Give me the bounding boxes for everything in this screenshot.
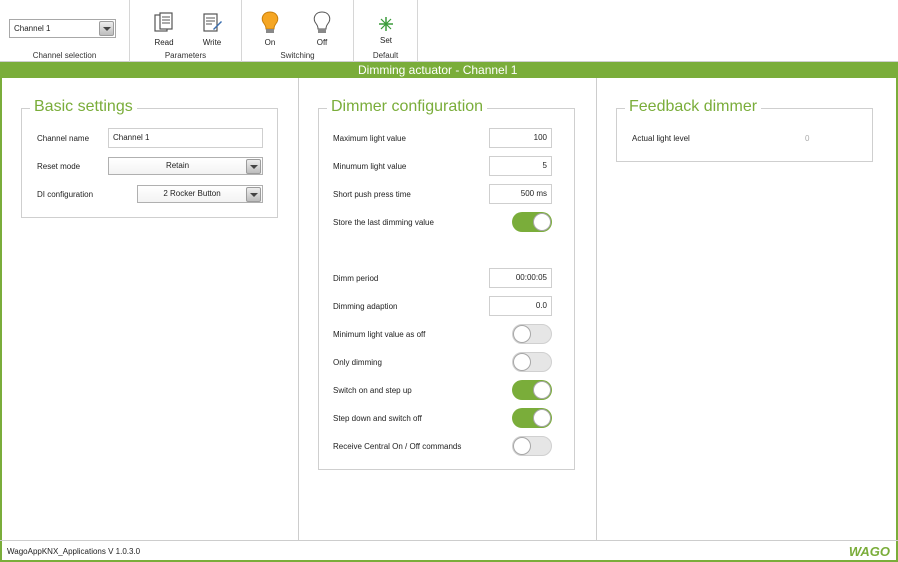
actual-light-level-label: Actual light level [632, 134, 690, 143]
max-light-input[interactable]: 100 [489, 128, 552, 148]
channel-name-input[interactable]: Channel 1 [108, 128, 263, 148]
channel-name-label: Channel name [37, 134, 90, 143]
status-bar: WagoAppKNX_Applications V 1.0.3.0 WAGO [0, 540, 898, 562]
dimming-adaption-input[interactable]: 0.0 [489, 296, 552, 316]
read-icon [154, 12, 173, 32]
basic-settings-panel: Basic settings Channel name Channel 1 Re… [21, 98, 278, 218]
dimmer-configuration-legend: Dimmer configuration [327, 98, 488, 116]
store-last-toggle[interactable] [512, 212, 552, 232]
step-down-switch-off-toggle[interactable] [512, 408, 552, 428]
toolbar: Channel 1 Channel selection Read Write P… [0, 0, 898, 62]
switch-on-step-up-toggle[interactable] [512, 380, 552, 400]
min-as-off-label: Minimum light value as off [333, 330, 426, 339]
column-divider [596, 78, 597, 540]
switching-label: Switching [280, 51, 315, 60]
min-light-label: Minumum light value [333, 162, 407, 171]
page-title: Dimming actuator - Channel 1 [0, 62, 898, 78]
actual-light-level-value: 0 [805, 134, 810, 143]
default-group: Set Default [354, 0, 418, 62]
on-button[interactable]: On [250, 4, 290, 50]
channel-select[interactable]: Channel 1 [9, 19, 116, 38]
write-button[interactable]: Write [192, 4, 232, 50]
store-last-label: Store the last dimming value [333, 218, 434, 227]
write-label: Write [202, 38, 222, 47]
dimming-adaption-label: Dimming adaption [333, 302, 398, 311]
bulb-off-icon [313, 11, 331, 33]
set-default-button[interactable]: Set [366, 4, 406, 50]
off-label: Off [316, 38, 328, 47]
switch-on-step-up-label: Switch on and step up [333, 386, 412, 395]
chevron-down-icon[interactable] [99, 21, 114, 36]
feedback-dimmer-panel: Feedback dimmer Actual light level 0 [616, 98, 873, 162]
dimm-period-input[interactable]: 00:00:05 [489, 268, 552, 288]
dimm-period-label: Dimm period [333, 274, 379, 283]
bulb-on-icon [261, 11, 279, 33]
dimmer-configuration-panel: Dimmer configuration Maximum light value… [318, 98, 575, 470]
min-light-input[interactable]: 5 [489, 156, 552, 176]
di-configuration-label: DI configuration [37, 190, 94, 199]
default-label: Default [372, 51, 399, 60]
off-button[interactable]: Off [302, 4, 342, 50]
only-dimming-label: Only dimming [333, 358, 382, 367]
wago-logo: WAGO [848, 544, 890, 559]
on-label: On [264, 38, 276, 47]
read-label: Read [154, 38, 174, 47]
chevron-down-icon[interactable] [246, 187, 261, 202]
write-icon [203, 13, 222, 32]
set-label: Set [379, 36, 392, 45]
parameters-group: Read Write Parameters [130, 0, 242, 62]
reset-mode-label: Reset mode [37, 162, 81, 171]
column-divider [298, 78, 299, 540]
switching-group: On Off Switching [242, 0, 354, 62]
receive-central-toggle[interactable] [512, 436, 552, 456]
only-dimming-toggle[interactable] [512, 352, 552, 372]
sparkle-icon [379, 17, 393, 31]
channel-selection-group: Channel 1 Channel selection [0, 0, 130, 62]
receive-central-label: Receive Central On / Off commands [333, 442, 462, 451]
channel-selection-label: Channel selection [32, 51, 97, 60]
max-light-label: Maximum light value [333, 134, 406, 143]
version-text: WagoAppKNX_Applications V 1.0.3.0 [7, 547, 141, 556]
short-push-input[interactable]: 500 ms [489, 184, 552, 204]
channel-select-value: Channel 1 [14, 24, 51, 33]
basic-settings-legend: Basic settings [30, 98, 137, 116]
read-button[interactable]: Read [144, 4, 184, 50]
reset-mode-select[interactable]: Retain [108, 157, 263, 175]
parameters-label: Parameters [164, 51, 207, 60]
min-as-off-toggle[interactable] [512, 324, 552, 344]
feedback-dimmer-legend: Feedback dimmer [625, 98, 762, 116]
short-push-label: Short push press time [333, 190, 411, 199]
di-configuration-value: 2 Rocker Button [163, 189, 221, 198]
step-down-switch-off-label: Step down and switch off [333, 414, 422, 423]
reset-mode-value: Retain [165, 161, 190, 170]
di-configuration-select[interactable]: 2 Rocker Button [137, 185, 263, 203]
chevron-down-icon[interactable] [246, 159, 261, 174]
